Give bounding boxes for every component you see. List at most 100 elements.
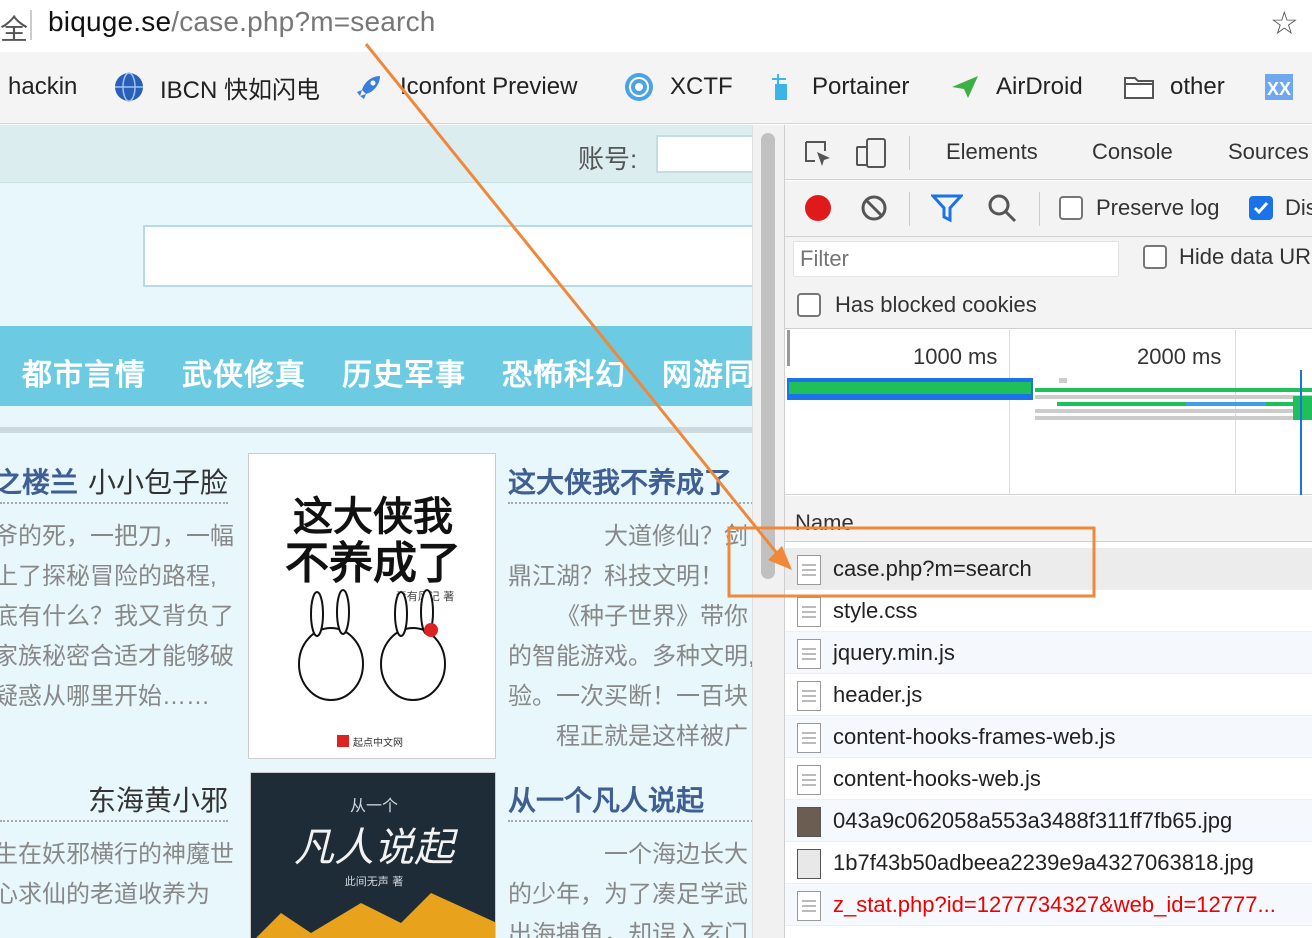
nav-item-game[interactable]: 网游同 bbox=[662, 350, 755, 394]
book-author[interactable]: 小小包子脸 bbox=[88, 461, 228, 501]
svg-text:不养成了: 不养成了 bbox=[285, 538, 461, 589]
bookmark-label: Iconfont Preview bbox=[400, 73, 578, 100]
xctf-icon bbox=[625, 73, 653, 101]
svg-text:此间无声 著: 此间无声 著 bbox=[345, 874, 404, 888]
bookmark-airdroid[interactable]: AirDroid bbox=[950, 70, 1083, 104]
network-toolbar: Preserve log Dis bbox=[785, 181, 1312, 237]
timeline-bar bbox=[789, 382, 1031, 394]
request-row[interactable]: 1b7f43b50adbeea2239e9a4327063818.jpg bbox=[785, 842, 1312, 884]
hide-data-urls-checkbox[interactable] bbox=[1143, 245, 1167, 269]
tab-console[interactable]: Console bbox=[1092, 139, 1173, 165]
bookmark-folder-other[interactable]: other bbox=[1124, 70, 1225, 104]
book-title[interactable]: 之楼兰 bbox=[0, 461, 78, 501]
timeline-label-2000: 2000 ms bbox=[1137, 344, 1222, 369]
request-row[interactable]: case.php?m=search bbox=[785, 548, 1312, 590]
timeline-bar bbox=[1035, 409, 1312, 413]
preserve-log-label: Preserve log bbox=[1096, 195, 1220, 220]
nav-item-scifi[interactable]: 恐怖科幻 bbox=[502, 350, 626, 394]
divider bbox=[508, 502, 760, 504]
svg-text:凡人说起: 凡人说起 bbox=[294, 825, 459, 871]
bookmark-star-icon[interactable]: ☆ bbox=[1270, 4, 1299, 42]
nav-item-urban[interactable]: 都市言情 bbox=[22, 350, 146, 394]
request-name: z_stat.php?id=1277734327&web_id=12777... bbox=[833, 892, 1276, 917]
timeline-bar bbox=[1035, 416, 1312, 420]
nav-item-history[interactable]: 历史军事 bbox=[342, 350, 466, 394]
scrollbar-thumb[interactable] bbox=[761, 133, 775, 579]
book-description: 生在妖邪横行的神魔世 心求仙的老道收养为 bbox=[0, 841, 234, 908]
bookmark-iconfont[interactable]: Iconfont Preview bbox=[354, 70, 577, 104]
device-toolbar-icon[interactable] bbox=[855, 137, 887, 169]
request-name: 043a9c062058a553a3488f311ff7fb65.jpg bbox=[833, 808, 1233, 833]
name-column-header[interactable]: Name bbox=[785, 496, 1312, 542]
timeline-bar bbox=[1035, 388, 1312, 392]
request-row[interactable]: 043a9c062058a553a3488f311ff7fb65.jpg bbox=[785, 800, 1312, 842]
record-icon[interactable] bbox=[803, 193, 833, 223]
site-search-input[interactable] bbox=[143, 225, 760, 287]
account-input[interactable] bbox=[656, 135, 760, 173]
bookmarks-bar: hackin IBCN 快如闪电 Iconfont Preview XCTF P… bbox=[0, 52, 1312, 124]
request-row[interactable]: content-hooks-frames-web.js bbox=[785, 716, 1312, 758]
svg-text:XX: XX bbox=[1267, 79, 1291, 99]
divider bbox=[508, 820, 760, 822]
request-name: 1b7f43b50adbeea2239e9a4327063818.jpg bbox=[833, 850, 1254, 875]
bookmark-label: hackin bbox=[8, 73, 78, 100]
request-row[interactable]: style.css bbox=[785, 590, 1312, 632]
category-nav: 都市言情 武侠修真 历史军事 恐怖科幻 网游同 bbox=[0, 326, 760, 406]
nav-item-wuxia[interactable]: 武侠修真 bbox=[182, 350, 306, 394]
timeline-bar bbox=[1059, 378, 1067, 383]
request-row[interactable]: jquery.min.js bbox=[785, 632, 1312, 674]
devtools-panel: Elements Console Sources Preserve log Di… bbox=[784, 125, 1312, 938]
bookmark-label: other bbox=[1170, 73, 1225, 100]
filter-input[interactable] bbox=[793, 241, 1119, 277]
rocket-icon bbox=[357, 76, 380, 99]
bookmark-ibcn[interactable]: IBCN 快如闪电 bbox=[114, 70, 320, 104]
book-description: 大道修仙？剑 鼎江湖？科技文明！ 《种子世界》带你 的智能游戏。多种文明, 验。… bbox=[508, 523, 755, 750]
request-row[interactable]: content-hooks-web.js bbox=[785, 758, 1312, 800]
has-blocked-cookies-label: Has blocked cookies bbox=[835, 292, 1037, 317]
disable-cache-checkbox[interactable] bbox=[1249, 196, 1273, 220]
book-description: 爷的死，一把刀，一幅 上了探秘冒险的路程, 底有什么？我又背负了 家族秘密合适才… bbox=[0, 523, 234, 710]
book-cover[interactable]: 从一个 凡人说起 此间无声 著 bbox=[250, 772, 496, 938]
bookmark-portainer[interactable]: Portainer bbox=[766, 70, 909, 104]
divider bbox=[0, 427, 760, 433]
web-page: 账号: 都市言情 武侠修真 历史军事 恐怖科幻 网游同 之楼兰 小小包子脸 爷的… bbox=[0, 125, 760, 938]
book-cover[interactable]: 这大侠我 不养成了 素有风记 著 起点中文网 bbox=[248, 453, 496, 759]
address-bar[interactable]: 全 biquge.se/case.php?m=search ☆ bbox=[0, 0, 1312, 52]
document-icon bbox=[797, 555, 821, 585]
url-path: /case.php?m=search bbox=[171, 6, 436, 37]
book-title[interactable]: 从一个凡人说起 bbox=[508, 779, 704, 819]
request-row[interactable]: z_stat.php?id=1277734327&web_id=12777... bbox=[785, 884, 1312, 926]
tab-sources[interactable]: Sources bbox=[1228, 139, 1309, 165]
inspect-element-icon[interactable] bbox=[803, 139, 833, 169]
bookmark-hackin[interactable]: hackin bbox=[8, 70, 77, 104]
request-name: case.php?m=search bbox=[833, 556, 1032, 581]
request-row[interactable]: header.js bbox=[785, 674, 1312, 716]
request-name: content-hooks-web.js bbox=[833, 766, 1041, 791]
search-icon[interactable] bbox=[987, 193, 1017, 223]
request-name: style.css bbox=[833, 598, 918, 623]
filter-icon[interactable] bbox=[931, 193, 963, 223]
document-icon bbox=[797, 639, 821, 669]
security-indicator[interactable]: 全 bbox=[0, 8, 28, 48]
page-scrollbar[interactable] bbox=[752, 125, 784, 938]
divider bbox=[909, 136, 910, 170]
disable-cache-label: Dis bbox=[1285, 195, 1312, 220]
image-thumbnail-icon bbox=[797, 849, 821, 879]
devtools-tab-bar: Elements Console Sources bbox=[785, 125, 1312, 180]
bookmark-label: IBCN 快如闪电 bbox=[160, 76, 321, 104]
bookmark-label: AirDroid bbox=[996, 73, 1083, 100]
tab-elements[interactable]: Elements bbox=[946, 139, 1038, 165]
network-timeline[interactable]: 1000 ms 2000 ms bbox=[785, 330, 1312, 495]
has-blocked-cookies-checkbox[interactable] bbox=[797, 293, 821, 317]
url-text[interactable]: biquge.se/case.php?m=search bbox=[48, 6, 436, 38]
bookmark-xctf[interactable]: XCTF bbox=[624, 70, 733, 104]
clear-icon[interactable] bbox=[859, 193, 889, 223]
request-name: content-hooks-frames-web.js bbox=[833, 724, 1116, 749]
book-author[interactable]: 东海黄小邪 bbox=[88, 779, 228, 819]
image-thumbnail-icon bbox=[797, 807, 821, 837]
preserve-log-checkbox[interactable] bbox=[1059, 196, 1083, 220]
book-title[interactable]: 这大侠我不养成了 bbox=[508, 461, 732, 501]
top-strip: 账号: bbox=[0, 125, 760, 183]
bookmark-xx[interactable]: XX bbox=[1264, 70, 1310, 104]
timeline-bar bbox=[1185, 402, 1265, 406]
